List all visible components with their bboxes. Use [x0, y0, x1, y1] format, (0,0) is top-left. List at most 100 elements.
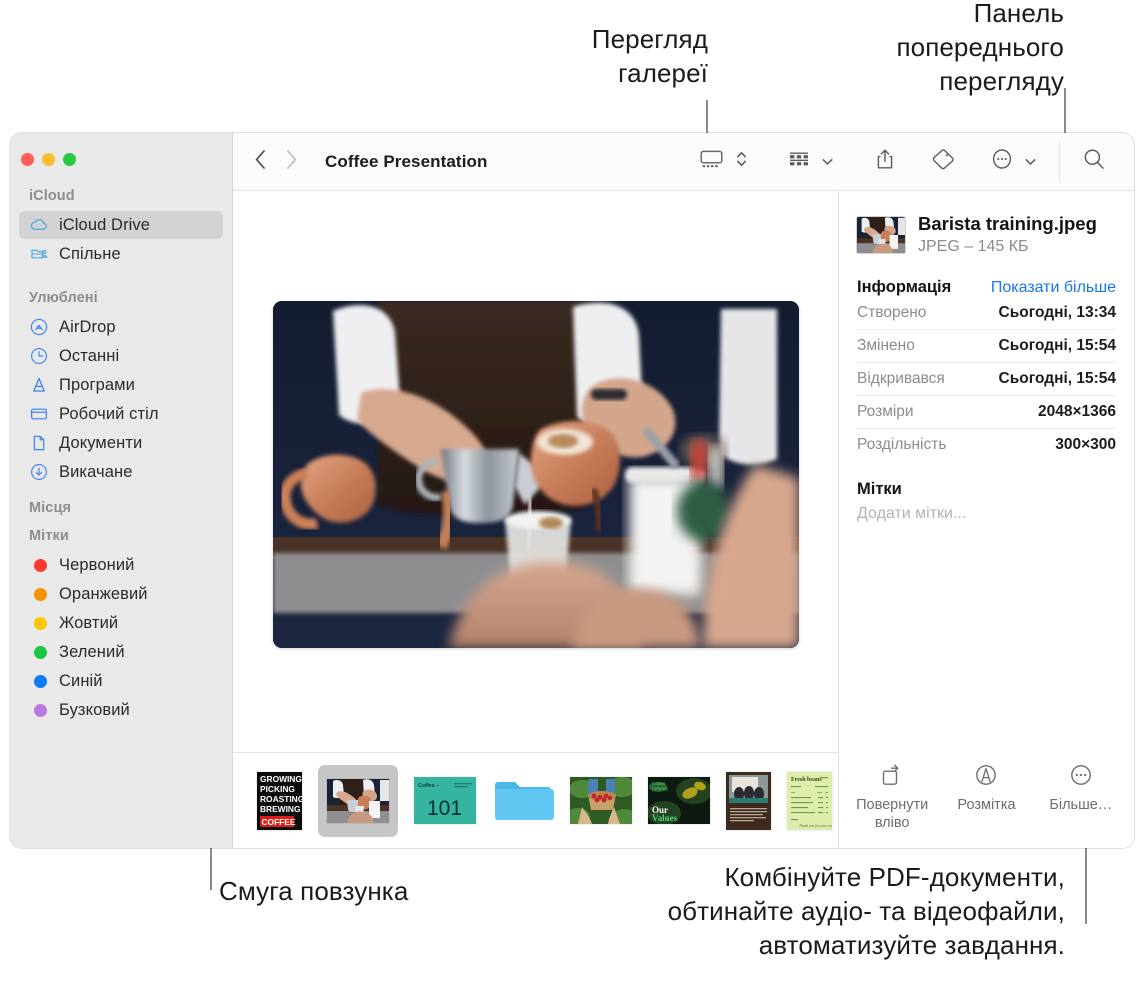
sidebar-item-label: Червоний	[59, 556, 134, 575]
cloud-icon	[29, 215, 49, 235]
navigation-arrows	[233, 150, 297, 174]
tag-button[interactable]	[918, 133, 968, 190]
info-key: Відкривався	[857, 370, 945, 388]
preview-file-name: Barista training.jpeg	[918, 213, 1097, 235]
tag-dot-icon	[29, 642, 49, 662]
close-button[interactable]	[21, 153, 34, 166]
toolbar-actions	[687, 133, 1134, 190]
zoom-button[interactable]	[63, 153, 76, 166]
gallery-view-icon	[700, 149, 723, 174]
hero-image-container	[233, 191, 838, 752]
tag-dot-icon	[29, 700, 49, 720]
toolbar-divider	[1059, 142, 1060, 182]
sidebar-item-label: Оранжевий	[59, 585, 148, 604]
add-tags-input[interactable]: Додати мітки...	[857, 505, 1116, 523]
more-toolbar-button[interactable]	[978, 133, 1049, 190]
sidebar-item-tag-orange[interactable]: Оранжевий	[19, 580, 223, 608]
sidebar-item-shared[interactable]: Спільне	[19, 240, 223, 268]
sidebar-item-airdrop[interactable]: AirDrop	[19, 313, 223, 341]
sidebar-item-label: Останні	[59, 347, 119, 366]
search-button[interactable]	[1064, 133, 1134, 190]
preview-file-text: Barista training.jpeg JPEG – 145 КБ	[918, 213, 1097, 257]
sidebar-header-tags: Мітки	[10, 528, 232, 550]
applications-icon	[29, 375, 49, 395]
list-item[interactable]: Coffee – 101	[414, 772, 476, 830]
callout-gallery-view: Перегляд галереї	[470, 22, 708, 90]
sidebar-item-tag-yellow[interactable]: Жовтий	[19, 609, 223, 637]
forward-button[interactable]	[286, 150, 297, 174]
group-by-button[interactable]	[775, 133, 846, 190]
preview-info-section: Barista training.jpeg JPEG – 145 КБ Інфо…	[839, 191, 1134, 523]
tag-dot-icon	[29, 613, 49, 633]
desktop-icon	[29, 404, 49, 424]
sidebar-item-desktop[interactable]: Робочий стіл	[19, 400, 223, 428]
tag-dot-icon	[29, 671, 49, 691]
list-item[interactable]: GROWING PICKING ROASTING BREWING COFFEE	[257, 772, 302, 830]
chevron-down-icon[interactable]	[1025, 153, 1036, 171]
preview-info-header: Інформація Показати більше	[857, 278, 1116, 297]
sidebar-item-tag-red[interactable]: Червоний	[19, 551, 223, 579]
sidebar-item-documents[interactable]: Документи	[19, 429, 223, 457]
rotate-left-button[interactable]: Повернути вліво	[846, 762, 938, 832]
info-key: Змінено	[857, 337, 915, 355]
shared-folder-icon	[29, 244, 49, 264]
group-by-icon	[788, 149, 810, 174]
airdrop-icon	[29, 317, 49, 337]
svg-text:COFFEE: COFFEE	[262, 816, 296, 826]
list-item[interactable]	[492, 772, 554, 830]
info-value: 2048×1366	[1038, 403, 1116, 421]
svg-text:BREWING: BREWING	[260, 804, 300, 814]
list-item[interactable]	[570, 772, 632, 830]
more-actions-button[interactable]: Більше…	[1035, 762, 1127, 814]
list-item[interactable]	[726, 772, 771, 830]
svg-text:GROWING: GROWING	[260, 774, 302, 784]
sidebar-item-applications[interactable]: Програми	[19, 371, 223, 399]
svg-text:Values: Values	[652, 813, 678, 823]
share-button[interactable]	[862, 133, 908, 190]
list-item[interactable]: Fresh beans Thank you	[787, 772, 832, 830]
chevron-down-icon[interactable]	[822, 153, 833, 171]
search-icon	[1082, 147, 1106, 176]
svg-text:ROASTING: ROASTING	[260, 794, 302, 804]
svg-text:Coffee –: Coffee –	[418, 783, 439, 789]
tag-icon	[931, 148, 955, 175]
clock-icon	[29, 346, 49, 366]
markup-button[interactable]: Розмітка	[940, 762, 1032, 814]
show-more-link[interactable]: Показати більше	[991, 279, 1116, 297]
window-traffic-lights	[10, 147, 232, 166]
list-item[interactable]: Coffeefarming Our Values	[648, 772, 710, 830]
list-item-selected[interactable]	[318, 765, 398, 837]
minimize-button[interactable]	[42, 153, 55, 166]
sidebar-item-downloads[interactable]: Викачане	[19, 458, 223, 486]
gallery-view-button[interactable]	[687, 133, 751, 190]
markup-label: Розмітка	[957, 796, 1015, 814]
more-label: Більше…	[1049, 796, 1112, 814]
preview-actions: Повернути вліво Розмітка	[839, 762, 1134, 848]
barista-training-image[interactable]	[273, 301, 799, 648]
sidebar-item-tag-purple[interactable]: Бузковий	[19, 696, 223, 724]
sidebar-item-label: Робочий стіл	[59, 405, 159, 424]
sidebar-item-tag-green[interactable]: Зелений	[19, 638, 223, 666]
preview-panel: Barista training.jpeg JPEG – 145 КБ Інфо…	[838, 191, 1134, 848]
tags-section-title: Мітки	[857, 480, 1116, 499]
svg-text:Fresh beans: Fresh beans	[791, 777, 822, 783]
sidebar-item-label: Синій	[59, 672, 103, 691]
info-row-opened: Відкривався Сьогодні, 15:54	[857, 363, 1116, 396]
back-button[interactable]	[255, 150, 266, 174]
sidebar-item-label: Жовтий	[59, 614, 118, 633]
callout-preview-panel: Панель попереднього перегляду	[816, 0, 1064, 98]
info-row-resolution: Роздільність 300×300	[857, 429, 1116, 461]
ellipsis-circle-icon	[1068, 762, 1094, 788]
sidebar-item-recents[interactable]: Останні	[19, 342, 223, 370]
tag-dot-icon	[29, 584, 49, 604]
up-down-chevron-icon[interactable]	[736, 149, 747, 174]
main-pane: Coffee Presentation	[232, 133, 1134, 848]
sidebar-item-label: Документи	[59, 434, 142, 453]
preview-file-header: Barista training.jpeg JPEG – 145 КБ	[857, 213, 1116, 257]
sidebar-item-label: Програми	[59, 376, 135, 395]
sidebar-item-tag-blue[interactable]: Синій	[19, 667, 223, 695]
info-value: Сьогодні, 15:54	[999, 337, 1116, 355]
rotate-left-icon	[879, 762, 905, 788]
scrubber-bar[interactable]: GROWING PICKING ROASTING BREWING COFFEE	[233, 752, 838, 848]
sidebar-item-icloud-drive[interactable]: iCloud Drive	[19, 211, 223, 239]
